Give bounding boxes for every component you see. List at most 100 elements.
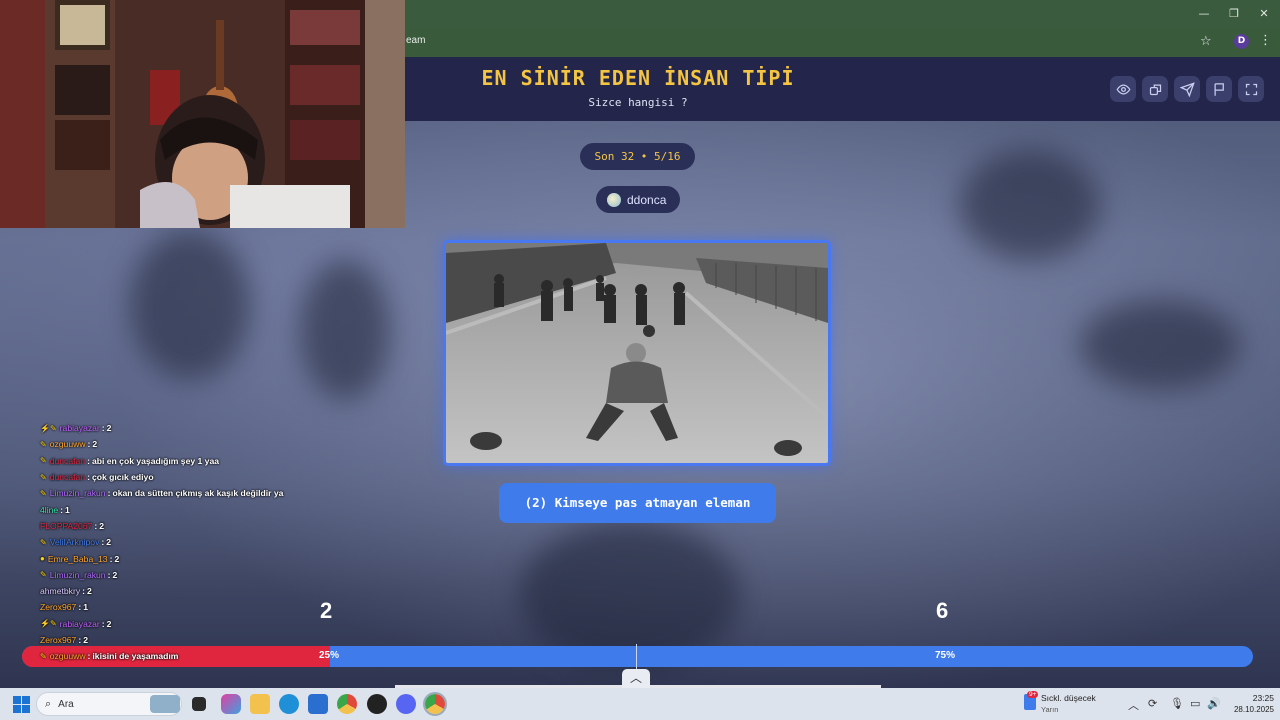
address-bar[interactable] <box>405 30 1280 57</box>
sync-icon[interactable]: ⟳ <box>1148 697 1157 710</box>
chat-message: ✎ ozguuww:2 <box>40 436 360 452</box>
chat-separator: : <box>60 504 64 515</box>
choice-image[interactable] <box>443 240 831 466</box>
copilot-icon[interactable] <box>221 694 241 714</box>
chat-message: ✎ duncafan: abi en çok yaşadığım şey 1 yaa <box>40 453 360 469</box>
chat-message: ✎ duncafan: çok gıcık ediyo <box>40 469 360 485</box>
chat-separator: : <box>101 423 105 434</box>
eye-button[interactable] <box>1110 76 1136 102</box>
chat-text: 2 <box>114 553 120 564</box>
weather-title[interactable]: Sıckl. düşecek <box>1041 693 1096 703</box>
flag-button[interactable] <box>1206 76 1232 102</box>
chat-username[interactable]: Emre_Baba_13 <box>48 554 108 564</box>
search-placeholder: Ara <box>58 698 74 710</box>
chat-text: 2 <box>106 618 112 629</box>
vote-right-percent: 75% <box>935 650 956 661</box>
chat-separator: : <box>107 488 111 499</box>
chat-text: 2 <box>99 520 105 531</box>
chat-username[interactable]: Zerox967 <box>40 602 76 612</box>
choice-label-button[interactable]: (2) Kimseye pas atmayan eleman <box>499 483 776 523</box>
bookmark-star-icon[interactable]: ☆ <box>1200 34 1212 49</box>
store-icon[interactable] <box>308 694 328 714</box>
send-button[interactable] <box>1174 76 1200 102</box>
chat-text: ikisini de yaşamadım <box>92 651 179 662</box>
eye-icon <box>1116 83 1130 95</box>
street-football-photo <box>446 243 828 463</box>
chat-text: 2 <box>112 569 118 580</box>
discord-icon[interactable] <box>396 694 416 714</box>
chat-username[interactable]: Zerox967 <box>40 635 76 645</box>
chat-username[interactable]: rabiayazar <box>60 423 100 433</box>
tray-chevron-icon[interactable]: ︿ <box>1128 697 1139 713</box>
chat-separator: : <box>87 651 91 662</box>
chat-text: 2 <box>106 423 112 434</box>
chat-text: 2 <box>106 537 112 548</box>
chat-badge-icon: ● <box>40 554 45 564</box>
task-view-icon[interactable] <box>192 697 206 711</box>
chat-badge-icon: ✎ <box>40 537 47 547</box>
windows-start-icon[interactable] <box>13 696 30 713</box>
browser-menu-icon[interactable]: ⋮ <box>1259 33 1272 48</box>
chat-separator: : <box>94 520 98 531</box>
chat-text: çok gıcık ediyo <box>91 472 154 483</box>
edge-icon[interactable] <box>279 694 299 714</box>
chat-separator: : <box>87 439 91 450</box>
chat-separator: : <box>107 569 111 580</box>
chat-badge-icon: ✎ <box>40 570 47 580</box>
url-text[interactable]: eam <box>406 35 425 46</box>
chat-badge-icon: ⚡✎ <box>40 423 57 433</box>
chat-message: ⚡✎ rabiayazar:2 <box>40 420 360 436</box>
vote-bar-center-line <box>636 644 637 669</box>
profile-avatar[interactable]: D <box>1234 34 1249 49</box>
page-title: EN SİNİR EDEN İNSAN TİPİ <box>481 66 795 90</box>
chat-separator: : <box>82 586 85 597</box>
chat-username[interactable]: Limuzin_rakun <box>50 488 106 498</box>
search-highlight-icon[interactable] <box>150 695 180 713</box>
streamer-webcam <box>0 0 405 228</box>
chat-message: ✎ ozguuww: ikisini de yaşamadım <box>40 648 360 664</box>
app-icon[interactable] <box>367 694 387 714</box>
search-icon: ⌕ <box>45 697 52 710</box>
chat-username[interactable]: 4line <box>40 505 58 515</box>
microphone-icon[interactable]: 🎙 <box>1170 697 1184 710</box>
chat-username[interactable]: duncafan <box>50 456 85 466</box>
clock-time[interactable]: 23:25 <box>1234 693 1274 703</box>
chat-separator: : <box>78 635 82 645</box>
chat-username[interactable]: ozguuww <box>50 651 86 661</box>
share-button[interactable] <box>1142 76 1168 102</box>
fullscreen-icon <box>1245 83 1257 95</box>
chat-message: 4line:1 <box>40 501 360 517</box>
chat-text: 2 <box>83 635 88 645</box>
browser-titlebar <box>405 0 1280 30</box>
webcam-overlay <box>0 0 405 228</box>
chat-separator: : <box>78 602 82 613</box>
fullscreen-button[interactable] <box>1238 76 1264 102</box>
minimize-button[interactable]: — <box>1194 5 1214 23</box>
restore-button[interactable]: ❐ <box>1224 5 1244 23</box>
chat-username[interactable]: Limuzin_rakun <box>50 570 106 580</box>
chat-separator: : <box>101 537 105 548</box>
chat-message: Zerox967:1 <box>40 599 360 615</box>
clock-date[interactable]: 28.10.2025 <box>1222 705 1274 714</box>
user-pill: ddonca <box>596 186 680 213</box>
display-icon[interactable]: ▭ <box>1190 697 1200 710</box>
chat-text: 1 <box>83 602 88 613</box>
chat-username[interactable]: ahmetbkry <box>40 586 80 596</box>
user-name: ddonca <box>627 192 667 207</box>
file-explorer-icon[interactable] <box>250 694 270 714</box>
chat-username[interactable]: FLOPPA2067 <box>40 521 92 531</box>
chat-username[interactable]: ozguuww <box>50 439 86 449</box>
chrome-icon[interactable] <box>337 694 357 714</box>
collapse-button[interactable]: ︿ <box>622 669 650 688</box>
share-icon <box>1149 84 1161 95</box>
chat-separator: : <box>109 553 113 564</box>
chat-username[interactable]: rabiayazar <box>60 619 100 629</box>
chrome-profile-icon[interactable] <box>423 692 447 716</box>
user-avatar <box>607 192 621 207</box>
volume-icon[interactable]: 🔊 <box>1207 697 1221 710</box>
chat-username[interactable]: duncafan <box>50 472 85 482</box>
chat-separator: : <box>87 455 90 466</box>
chat-username[interactable]: VeliIArknipov <box>50 537 100 547</box>
chat-badge-icon: ✎ <box>40 488 47 498</box>
close-button[interactable]: ✕ <box>1254 5 1274 23</box>
